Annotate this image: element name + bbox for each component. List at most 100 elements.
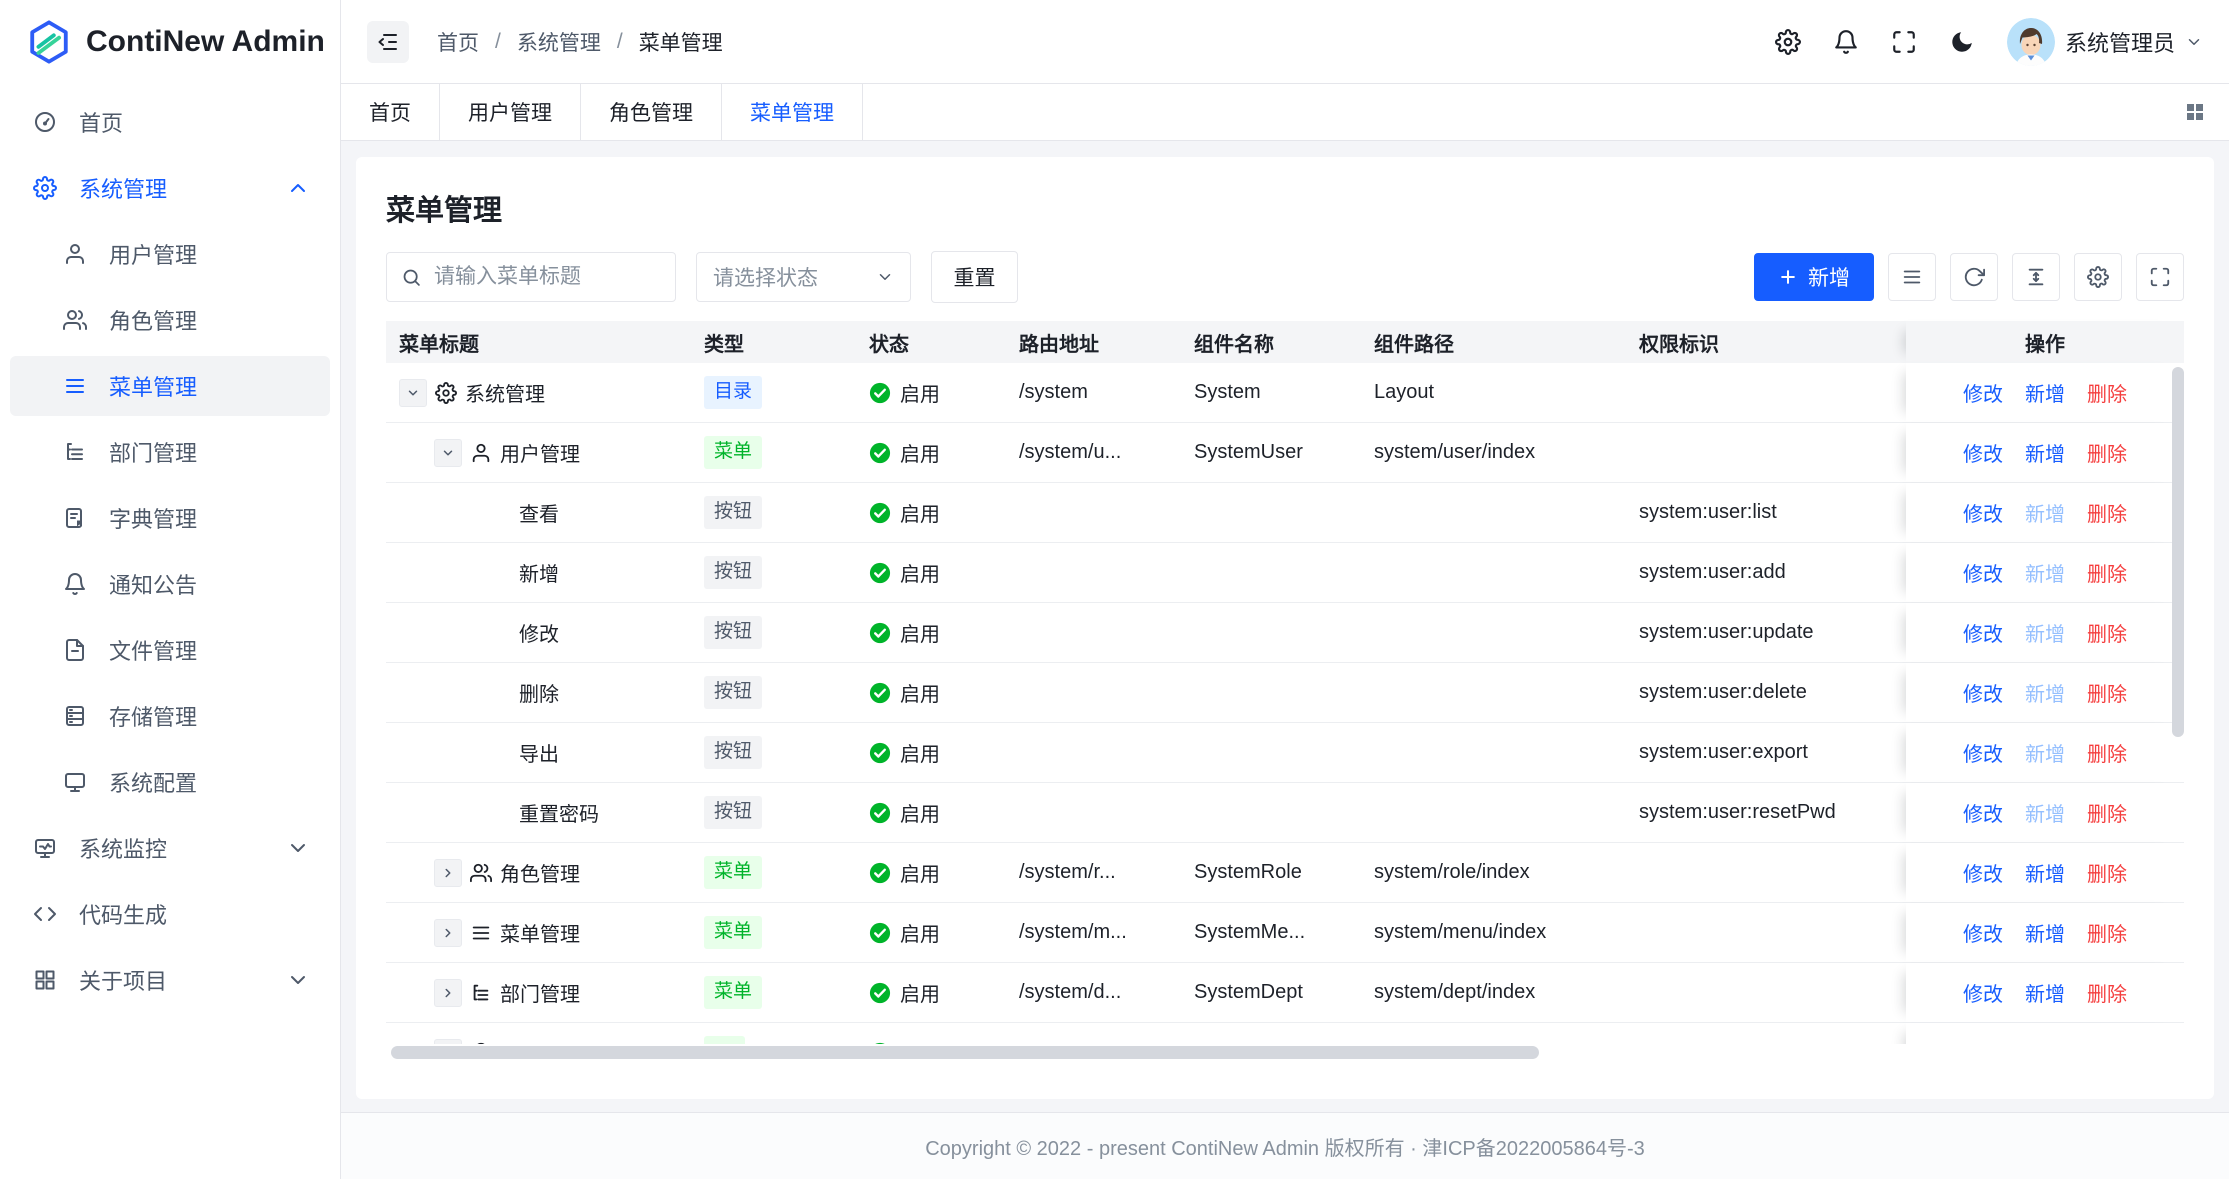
add-link-disabled[interactable]: 新增	[2025, 498, 2065, 527]
modify-link[interactable]: 修改	[1963, 558, 2003, 587]
col-header-route: 路由地址	[1006, 328, 1181, 357]
avatar[interactable]	[2007, 18, 2055, 66]
modify-link[interactable]: 修改	[1963, 978, 2003, 1007]
horizontal-scrollbar[interactable]	[391, 1046, 1539, 1059]
chevron-right-icon	[441, 986, 455, 1000]
vertical-scrollbar[interactable]	[2172, 367, 2184, 737]
modify-link[interactable]: 修改	[1963, 738, 2003, 767]
table-row: 菜单管理 菜单 启用 /system/m... SystemMe... syst…	[386, 903, 2184, 963]
menu-table: 菜单标题 类型 状态 路由地址 组件名称 组件路径 权限标识 操作	[386, 321, 2184, 1059]
sidebar-item-files[interactable]: 文件管理	[10, 620, 330, 680]
add-link-disabled[interactable]: 新增	[2025, 558, 2065, 587]
user-menu[interactable]: 系统管理员	[2007, 18, 2203, 66]
column-settings-button[interactable]	[2074, 253, 2122, 301]
sidebar-item-monitor[interactable]: 系统监控	[10, 818, 330, 878]
search-box	[386, 252, 676, 302]
modify-link[interactable]: 修改	[1963, 618, 2003, 647]
status-enabled-icon	[869, 562, 891, 584]
add-link-disabled[interactable]: 新增	[2025, 798, 2065, 827]
modify-link[interactable]: 修改	[1963, 1038, 2003, 1044]
modify-link[interactable]: 修改	[1963, 678, 2003, 707]
modify-link[interactable]: 修改	[1963, 438, 2003, 467]
users-icon	[470, 862, 492, 884]
collapse-row-button[interactable]	[434, 439, 462, 467]
copyright-text: Copyright © 2022 - present ContiNew Admi…	[925, 1132, 1645, 1161]
settings-icon[interactable]	[1775, 29, 1801, 55]
add-link[interactable]: 新增	[2025, 978, 2065, 1007]
delete-link[interactable]: 删除	[2087, 1038, 2127, 1044]
sidebar-item-about[interactable]: 关于项目	[10, 950, 330, 1010]
sidebar-item-dict[interactable]: 字典管理	[10, 488, 330, 548]
modify-link[interactable]: 修改	[1963, 498, 2003, 527]
expand-row-button[interactable]	[434, 859, 462, 887]
add-link[interactable]: 新增	[2025, 918, 2065, 947]
delete-link[interactable]: 删除	[2087, 918, 2127, 947]
reset-button[interactable]: 重置	[931, 251, 1018, 303]
delete-link[interactable]: 删除	[2087, 978, 2127, 1007]
sidebar-item-roles[interactable]: 角色管理	[10, 290, 330, 350]
delete-link[interactable]: 删除	[2087, 558, 2127, 587]
modify-link[interactable]: 修改	[1963, 858, 2003, 887]
delete-link[interactable]: 删除	[2087, 438, 2127, 467]
sidebar-item-home[interactable]: 首页	[10, 92, 330, 152]
type-tag: 菜单	[704, 856, 762, 889]
sidebar-item-depts[interactable]: 部门管理	[10, 422, 330, 482]
add-link[interactable]: 新增	[2025, 1038, 2065, 1044]
delete-link[interactable]: 删除	[2087, 738, 2127, 767]
expand-row-button[interactable]	[434, 1039, 462, 1045]
tab-menus[interactable]: 菜单管理	[722, 84, 863, 140]
sidebar-item-config[interactable]: 系统配置	[10, 752, 330, 812]
modify-link[interactable]: 修改	[1963, 798, 2003, 827]
list-icon	[1901, 266, 1923, 288]
tab-users[interactable]: 用户管理	[440, 84, 581, 140]
row-height-button[interactable]	[2012, 253, 2060, 301]
add-link[interactable]: 新增	[2025, 378, 2065, 407]
add-link-disabled[interactable]: 新增	[2025, 678, 2065, 707]
type-tag: 菜单	[704, 976, 762, 1009]
status-select[interactable]: 请选择状态	[696, 252, 911, 302]
sidebar-collapse-button[interactable]	[367, 21, 409, 63]
sidebar-item-storage[interactable]: 存储管理	[10, 686, 330, 746]
table-fullscreen-button[interactable]	[2136, 253, 2184, 301]
sidebar-item-notice[interactable]: 通知公告	[10, 554, 330, 614]
modify-link[interactable]: 修改	[1963, 378, 2003, 407]
notification-bell-icon[interactable]	[1833, 29, 1859, 55]
sidebar-item-users[interactable]: 用户管理	[10, 224, 330, 284]
chevron-down-icon	[441, 446, 455, 460]
refresh-button[interactable]	[1950, 253, 1998, 301]
add-link-disabled[interactable]: 新增	[2025, 738, 2065, 767]
tab-roles[interactable]: 角色管理	[581, 84, 722, 140]
logo-icon	[26, 19, 72, 65]
add-link[interactable]: 新增	[2025, 438, 2065, 467]
bell-icon	[63, 572, 87, 596]
sidebar-item-codegen[interactable]: 代码生成	[10, 884, 330, 944]
sidebar-item-system[interactable]: 系统管理	[10, 158, 330, 218]
dark-mode-moon-icon[interactable]	[1949, 29, 1975, 55]
add-button[interactable]: 新增	[1754, 253, 1874, 301]
main-area: 首页 / 系统管理 / 菜单管理	[341, 0, 2229, 1179]
tab-list-button[interactable]	[2183, 84, 2229, 140]
add-link[interactable]: 新增	[2025, 858, 2065, 887]
search-input[interactable]	[432, 264, 661, 290]
collapse-row-button[interactable]	[399, 379, 427, 407]
modify-link[interactable]: 修改	[1963, 918, 2003, 947]
delete-link[interactable]: 删除	[2087, 498, 2127, 527]
breadcrumb-system[interactable]: 系统管理	[517, 27, 601, 57]
menu-icon	[470, 922, 492, 944]
table-row: 新增 按钮 启用 system:user:add 修改新增删除	[386, 543, 2184, 603]
toggle-search-button[interactable]	[1888, 253, 1936, 301]
expand-row-button[interactable]	[434, 919, 462, 947]
breadcrumb-home[interactable]: 首页	[437, 27, 479, 57]
tree-icon	[63, 440, 87, 464]
expand-row-button[interactable]	[434, 979, 462, 1007]
add-link-disabled[interactable]: 新增	[2025, 618, 2065, 647]
fullscreen-icon[interactable]	[1891, 29, 1917, 55]
delete-link[interactable]: 删除	[2087, 378, 2127, 407]
status-select-placeholder: 请选择状态	[713, 262, 818, 292]
delete-link[interactable]: 删除	[2087, 858, 2127, 887]
delete-link[interactable]: 删除	[2087, 798, 2127, 827]
tab-home[interactable]: 首页	[341, 84, 440, 140]
delete-link[interactable]: 删除	[2087, 618, 2127, 647]
sidebar-item-menus[interactable]: 菜单管理	[10, 356, 330, 416]
delete-link[interactable]: 删除	[2087, 678, 2127, 707]
